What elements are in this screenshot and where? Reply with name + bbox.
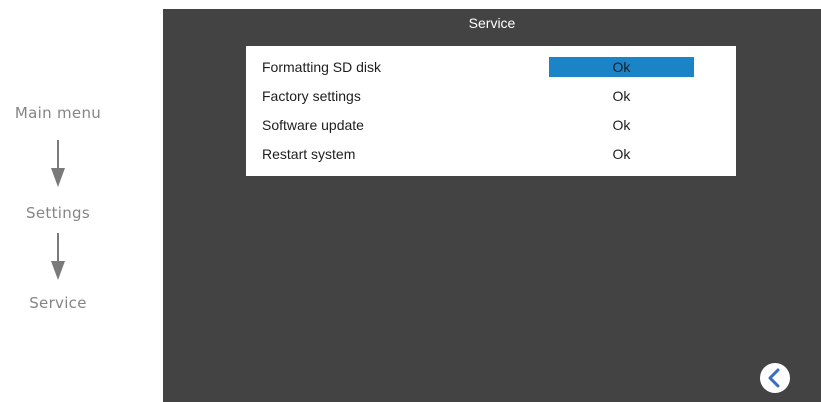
navigation-flow: Main menu Settings Service (0, 0, 163, 402)
service-screen: Service Formatting SD disk Ok Factory se… (163, 9, 821, 402)
flow-step-service: Service (29, 294, 87, 312)
software-update-ok-button[interactable]: Ok (549, 115, 694, 135)
back-button[interactable] (760, 363, 790, 393)
option-label: Factory settings (262, 88, 361, 104)
arrow-down-icon (51, 233, 65, 280)
format-sd-ok-button[interactable]: Ok (549, 57, 694, 77)
option-label: Software update (262, 117, 364, 133)
option-row-restart-system: Restart system Ok (246, 144, 736, 166)
option-row-factory-settings: Factory settings Ok (246, 86, 736, 108)
chevron-left-icon (768, 368, 780, 388)
restart-system-ok-button[interactable]: Ok (549, 144, 694, 164)
option-row-software-update: Software update Ok (246, 115, 736, 137)
factory-settings-ok-button[interactable]: Ok (549, 86, 694, 106)
arrow-down-icon (51, 140, 65, 187)
flow-step-settings: Settings (26, 204, 90, 222)
screen-title: Service (468, 15, 516, 31)
option-label: Formatting SD disk (262, 59, 382, 75)
flow-step-main-menu: Main menu (14, 104, 102, 122)
service-options-panel: Formatting SD disk Ok Factory settings O… (246, 46, 736, 176)
option-label: Restart system (262, 146, 356, 162)
option-row-formatting-sd: Formatting SD disk Ok (246, 57, 736, 79)
